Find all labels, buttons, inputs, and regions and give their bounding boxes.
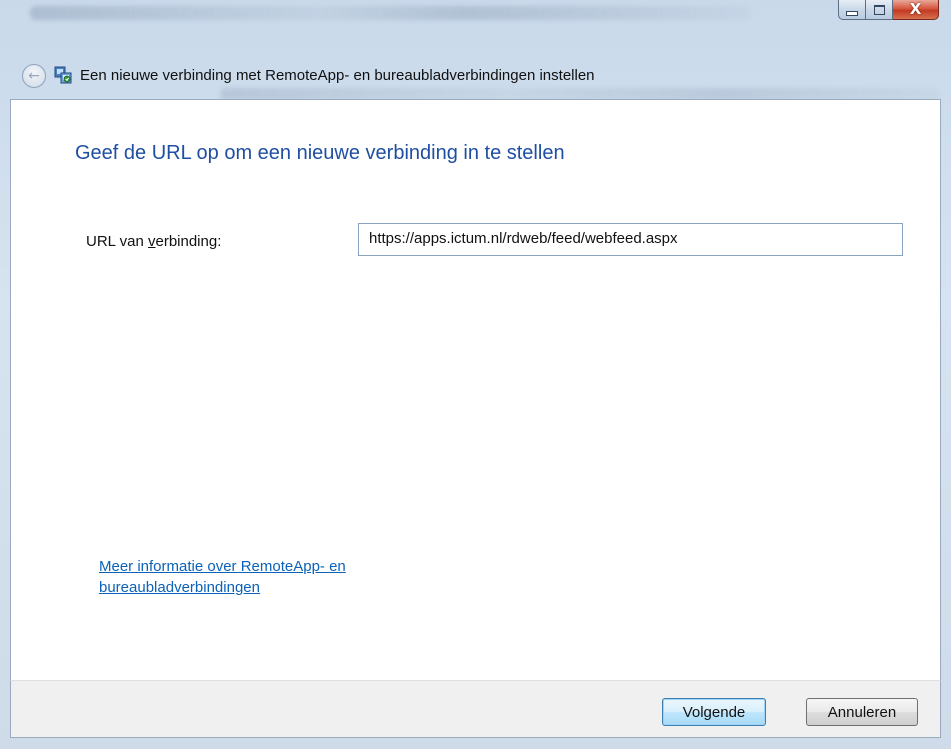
back-button[interactable]: ← bbox=[22, 64, 46, 88]
window-frame: X ← Een nieuwe verbinding met RemoteApp-… bbox=[0, 0, 951, 749]
maximize-icon bbox=[873, 4, 885, 15]
minimize-icon bbox=[846, 10, 858, 16]
next-button[interactable]: Volgende bbox=[662, 698, 766, 726]
url-label-suffix: erbinding: bbox=[155, 233, 222, 250]
close-button[interactable]: X bbox=[893, 0, 939, 20]
wizard-content: Geef de URL op om een nieuwe verbinding … bbox=[10, 99, 941, 680]
page-heading: Geef de URL op om een nieuwe verbinding … bbox=[75, 142, 565, 164]
connection-url-input[interactable]: https://apps.ictum.nl/rdweb/feed/webfeed… bbox=[358, 223, 903, 256]
remoteapp-icon bbox=[54, 66, 72, 84]
minimize-button[interactable] bbox=[838, 0, 866, 20]
url-label-prefix: URL van bbox=[86, 233, 148, 250]
window-title: Een nieuwe verbinding met RemoteApp- en … bbox=[80, 67, 595, 84]
wizard-footer: Volgende Annuleren bbox=[10, 680, 941, 738]
close-icon: X bbox=[909, 0, 922, 18]
back-arrow-icon: ← bbox=[28, 68, 40, 84]
url-field-label: URL van verbinding: bbox=[86, 233, 221, 250]
background-window-blur bbox=[30, 6, 750, 20]
maximize-button[interactable] bbox=[866, 0, 893, 20]
cancel-button[interactable]: Annuleren bbox=[806, 698, 918, 726]
more-info-link[interactable]: Meer informatie over RemoteApp- en burea… bbox=[99, 556, 419, 598]
caption-buttons: X bbox=[838, 0, 939, 22]
